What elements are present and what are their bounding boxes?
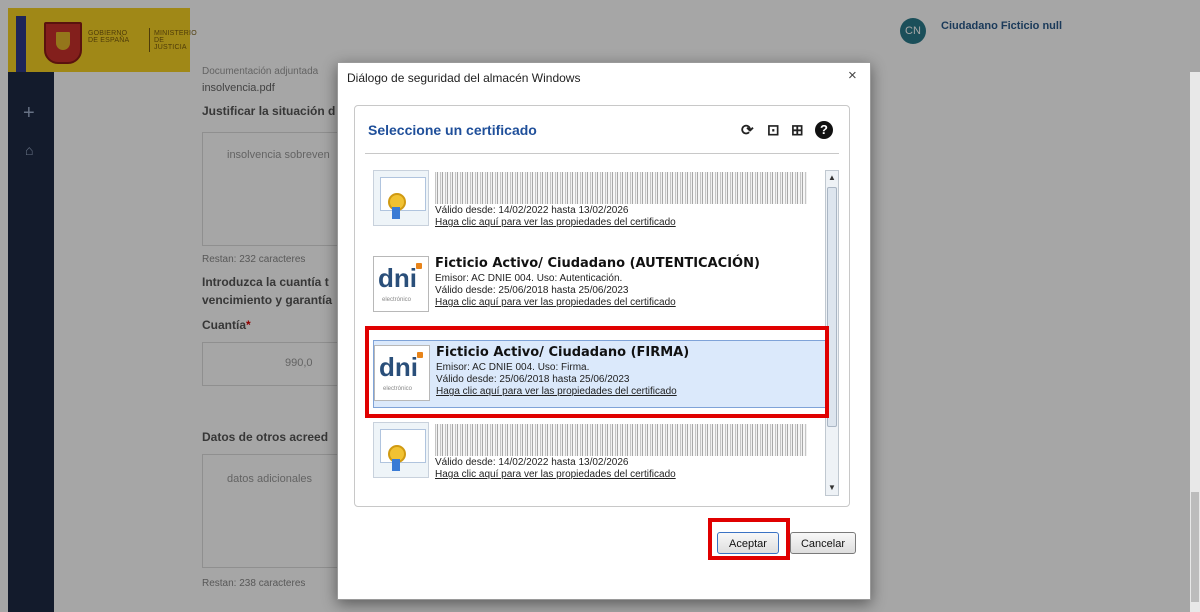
selection-highlight-frame	[365, 326, 829, 418]
cert-properties-link[interactable]: Haga clic aquí para ver las propiedades …	[435, 469, 676, 480]
dni-icon-text: dni	[378, 263, 417, 293]
cancel-button[interactable]: Cancelar	[790, 532, 856, 554]
redacted-certificate-info	[435, 172, 807, 204]
certificate-item[interactable]: Válido desde: 14/02/2022 hasta 13/02/202…	[373, 166, 825, 234]
scroll-up-icon[interactable]: ▲	[828, 173, 836, 183]
certificate-panel: Seleccione un certificado ⟳ ⊡ ⊞ ? Válido…	[354, 105, 850, 507]
close-icon[interactable]: ×	[848, 67, 857, 84]
refresh-icon[interactable]: ⟳	[741, 121, 754, 139]
certificate-item[interactable]: Válido desde: 14/02/2022 hasta 13/02/202…	[373, 418, 825, 486]
redacted-certificate-info	[435, 424, 807, 456]
details-icon[interactable]: ⊞	[791, 121, 804, 139]
dni-icon: dni electrónico	[373, 256, 429, 312]
cert-properties-link[interactable]: Haga clic aquí para ver las propiedades …	[435, 297, 676, 308]
panel-divider	[365, 153, 839, 154]
dni-icon-sub: electrónico	[382, 297, 412, 303]
import-icon[interactable]: ⊡	[767, 121, 780, 139]
dni-icon-dot	[416, 263, 422, 269]
cert-validity: Válido desde: 14/02/2022 hasta 13/02/202…	[435, 205, 629, 216]
page-scrollbar-thumb[interactable]	[1191, 492, 1199, 602]
cert-issuer: Emisor: AC DNIE 004. Uso: Autenticación.	[435, 273, 623, 284]
page: GOBIERNO DE ESPAÑA MINISTERIO DE JUSTICI…	[0, 0, 1200, 612]
scroll-down-icon[interactable]: ▼	[828, 483, 836, 493]
toolbar: ⟳ ⊡ ⊞ ?	[741, 121, 841, 141]
certificate-ribbon	[392, 459, 400, 471]
dialog-title: Diálogo de seguridad del almacén Windows	[347, 71, 581, 85]
cert-validity: Válido desde: 25/06/2018 hasta 25/06/202…	[435, 285, 629, 296]
cert-title: Ficticio Activo/ Ciudadano (AUTENTICACIÓ…	[435, 256, 760, 271]
cert-validity: Válido desde: 14/02/2022 hasta 13/02/202…	[435, 457, 629, 468]
certificate-icon	[373, 170, 429, 226]
certificate-ribbon	[392, 207, 400, 219]
accept-highlight-frame	[708, 518, 790, 560]
certificate-icon	[373, 422, 429, 478]
page-scrollbar[interactable]	[1190, 72, 1200, 612]
cert-properties-link[interactable]: Haga clic aquí para ver las propiedades …	[435, 217, 676, 228]
certificate-item[interactable]: dni electrónico Ficticio Activo/ Ciudada…	[373, 252, 825, 320]
help-icon[interactable]: ?	[815, 121, 833, 139]
panel-header: Seleccione un certificado	[368, 122, 537, 138]
